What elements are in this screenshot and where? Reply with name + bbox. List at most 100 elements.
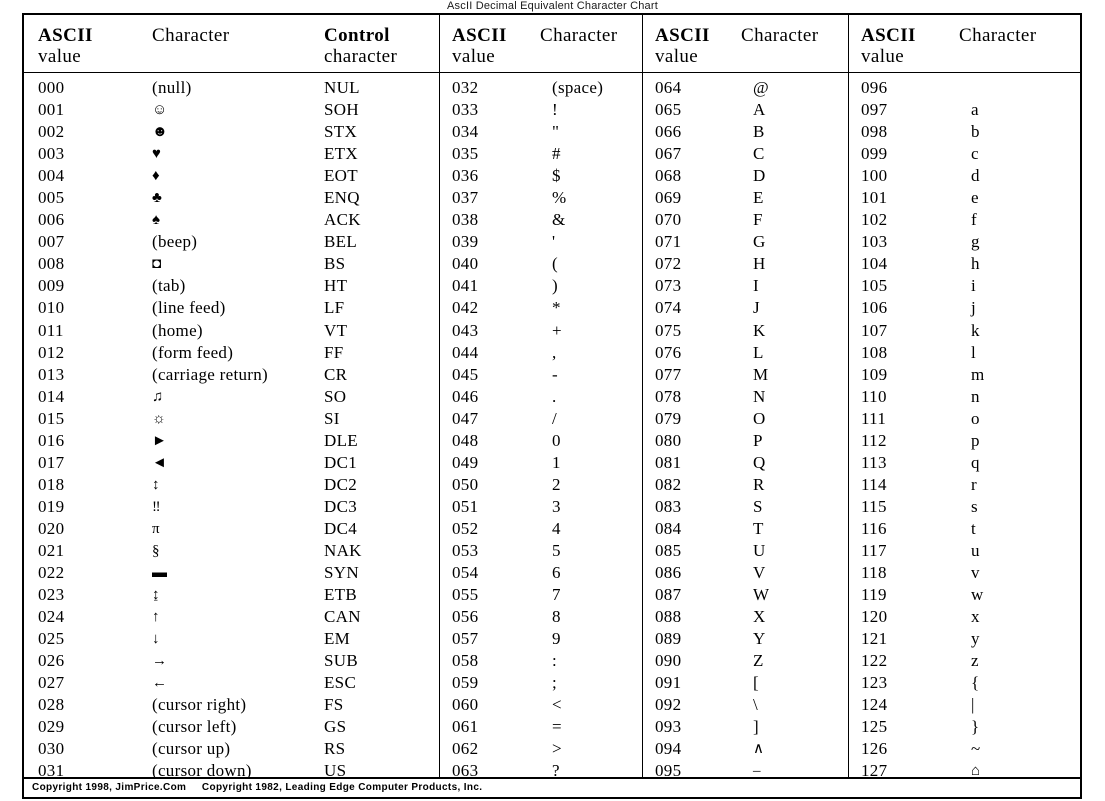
- ascii-value: 053: [452, 540, 479, 560]
- character-glyph: /: [552, 408, 558, 428]
- character-glyph: ↓: [152, 631, 160, 648]
- ascii-value: 112: [861, 430, 887, 450]
- ascii-value: 079: [655, 408, 682, 428]
- table-row: 083 S: [643, 496, 848, 518]
- character-glyph: ): [552, 276, 558, 296]
- character-glyph: v: [971, 563, 980, 583]
- table-row: 093]: [643, 716, 848, 738]
- ascii-value: 106: [861, 298, 888, 318]
- ascii-value: 020: [38, 518, 65, 538]
- character-glyph: j: [971, 298, 977, 318]
- table-row: 101 e: [849, 187, 1080, 209]
- character-glyph: Y: [753, 629, 766, 649]
- character-glyph: .: [552, 386, 557, 406]
- ascii-value: 068: [655, 166, 682, 186]
- table-row: 096: [849, 77, 1080, 99]
- table-row: 036 $: [440, 165, 642, 187]
- character-glyph: %: [552, 188, 567, 208]
- table-row: 015 ☼ SI: [24, 408, 439, 430]
- header-character: Character: [741, 25, 819, 46]
- character-glyph: (space): [552, 78, 604, 97]
- ascii-value: 118: [861, 563, 887, 583]
- character-glyph: B: [753, 122, 765, 142]
- chart-block-1-header: ASCII value Character: [440, 15, 642, 73]
- control-character: DLE: [324, 430, 358, 450]
- table-row: 125}: [849, 716, 1080, 738]
- character-glyph: ;: [552, 673, 558, 693]
- table-row: 012 (form feed) FF: [24, 342, 439, 364]
- character-glyph: 2: [552, 474, 561, 494]
- ascii-value: 065: [655, 100, 682, 120]
- control-character: DC2: [324, 474, 358, 494]
- character-glyph: W: [753, 585, 770, 605]
- control-character: SUB: [324, 651, 358, 671]
- ascii-value: 071: [655, 232, 682, 252]
- character-glyph: t: [971, 518, 977, 538]
- character-glyph: <: [552, 695, 562, 715]
- control-character: EOT: [324, 166, 358, 186]
- character-glyph: P: [753, 430, 763, 450]
- table-row: 080 P: [643, 430, 848, 452]
- control-character: FS: [324, 695, 344, 715]
- ascii-value: 064: [655, 78, 682, 97]
- ascii-value: 094: [655, 739, 682, 759]
- character-glyph: #: [552, 144, 561, 164]
- ascii-value: 124: [861, 695, 888, 715]
- character-glyph: U: [753, 540, 766, 560]
- character-glyph: i: [971, 276, 977, 296]
- table-row: 028 (cursor right) FS: [24, 694, 439, 716]
- chart-block-1-body: 032 (space) 033! 034 " 035 #036 $037% 038 & 039 ' 04…: [440, 73, 642, 783]
- character-glyph: (cursor left): [152, 717, 237, 737]
- ascii-value: 103: [861, 232, 888, 252]
- character-glyph: 9: [552, 629, 561, 649]
- ascii-value: 126: [861, 739, 888, 759]
- table-row: 017 ◄ DC1: [24, 452, 439, 474]
- ascii-value: 055: [452, 585, 479, 605]
- ascii-value: 060: [452, 695, 479, 715]
- control-character: ETX: [324, 144, 358, 164]
- table-row: 072 H: [643, 253, 848, 275]
- character-glyph: ↕: [152, 476, 160, 493]
- table-row: 109 m: [849, 364, 1080, 386]
- table-row: 114 r: [849, 474, 1080, 496]
- table-row: 043 +: [440, 320, 642, 342]
- table-row: 099 c: [849, 143, 1080, 165]
- character-glyph: w: [971, 585, 984, 605]
- ascii-value: 024: [38, 607, 65, 627]
- table-row: 120 x: [849, 606, 1080, 628]
- control-character: LF: [324, 298, 345, 318]
- ascii-value: 083: [655, 496, 682, 516]
- chart-columns-container: ASCII value Character Control character …: [24, 15, 1080, 780]
- control-character: CAN: [324, 607, 361, 627]
- table-row: 090 Z: [643, 650, 848, 672]
- table-row: 088 X: [643, 606, 848, 628]
- table-row: 116 t: [849, 518, 1080, 540]
- table-row: 055 7: [440, 584, 642, 606]
- ascii-value: 058: [452, 651, 479, 671]
- table-row: 061 =: [440, 716, 642, 738]
- table-row: 008 ◘ BS: [24, 253, 439, 275]
- chart-block-1: ASCII value Character 032 (space) 033! 034 "…: [439, 15, 642, 780]
- ascii-value: 093: [655, 717, 682, 737]
- ascii-value: 110: [861, 386, 887, 406]
- ascii-value: 067: [655, 144, 682, 164]
- table-row: 108 l: [849, 342, 1080, 364]
- table-row: 086 V: [643, 562, 848, 584]
- character-glyph: &: [552, 210, 566, 230]
- character-glyph: N: [753, 386, 766, 406]
- ascii-value: 078: [655, 386, 682, 406]
- table-row: 105 i: [849, 275, 1080, 297]
- character-glyph: E: [753, 188, 764, 208]
- character-glyph: c: [971, 144, 979, 164]
- table-row: 029 (cursor left) GS: [24, 716, 439, 738]
- ascii-value: 007: [38, 232, 65, 252]
- character-glyph: ♠: [152, 212, 161, 229]
- character-glyph: m: [971, 364, 985, 384]
- control-character: STX: [324, 122, 358, 142]
- table-row: 064 @: [643, 77, 848, 99]
- table-row: 040 (: [440, 253, 642, 275]
- character-glyph: I: [753, 276, 759, 296]
- character-glyph: R: [753, 474, 765, 494]
- character-glyph: F: [753, 210, 763, 230]
- control-character: ESC: [324, 673, 357, 693]
